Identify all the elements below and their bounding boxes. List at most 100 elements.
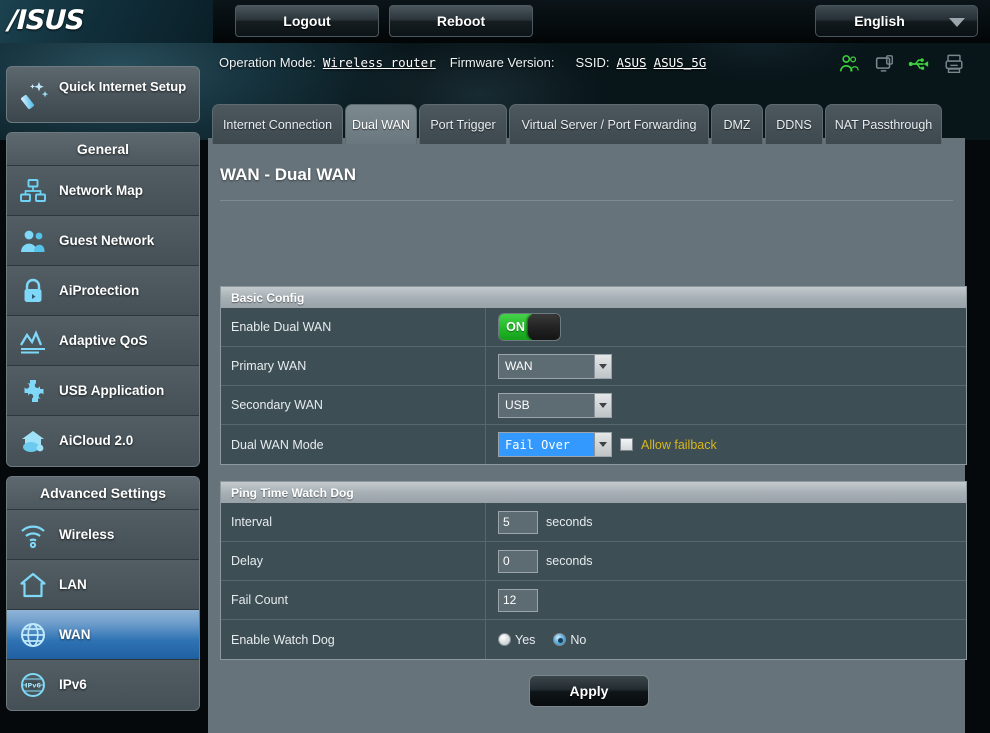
sidebar: Quick Internet Setup General Network Map [6, 66, 200, 711]
enable-dual-wan-toggle[interactable]: ON [498, 313, 561, 341]
value-fail-count [486, 581, 966, 619]
title-divider [220, 200, 953, 201]
watchdog-no-option[interactable]: No [553, 633, 586, 647]
section-header-basic-config: Basic Config [221, 286, 966, 308]
primary-wan-dropdown-button[interactable] [594, 354, 611, 378]
ping-watchdog-table: Ping Time Watch Dog Interval seconds Del… [220, 481, 967, 660]
tab-dmz[interactable]: DMZ [711, 104, 763, 144]
sidebar-label-adaptive-qos: Adaptive QoS [59, 333, 148, 348]
interval-input[interactable] [498, 510, 538, 534]
status-icon-group [838, 52, 965, 76]
apply-button[interactable]: Apply [529, 675, 649, 707]
sidebar-label-aiprotection: AiProtection [59, 283, 140, 298]
dual-wan-mode-dropdown-button[interactable] [594, 433, 611, 456]
value-enable-watchdog: Yes No [486, 620, 966, 659]
tab-dual-wan[interactable]: Dual WAN [345, 104, 417, 144]
watchdog-no-radio[interactable] [553, 633, 567, 646]
chevron-down-icon [949, 18, 965, 27]
network-map-icon [20, 179, 46, 202]
sidebar-label-wan: WAN [59, 627, 91, 642]
row-delay: Delay seconds [221, 542, 966, 581]
language-selector[interactable]: English [815, 5, 978, 37]
secondary-wan-dropdown-button[interactable] [594, 393, 611, 417]
value-secondary-wan: USB [486, 386, 966, 424]
router-admin-screen: /ISUS Logout Reboot English Operation Mo… [0, 0, 990, 733]
usb-icon[interactable] [908, 53, 930, 75]
label-enable-dual-wan: Enable Dual WAN [221, 308, 486, 346]
sidebar-label-aicloud: AiCloud 2.0 [59, 433, 134, 448]
lock-icon [24, 278, 42, 302]
section-header-ping-watchdog: Ping Time Watch Dog [221, 481, 966, 503]
value-dual-wan-mode: Fail Over Allow failback [486, 425, 966, 464]
tab-nat-passthrough[interactable]: NAT Passthrough [825, 104, 942, 144]
page-title: WAN - Dual WAN [220, 165, 356, 184]
language-label: English [854, 13, 905, 29]
tab-port-trigger[interactable]: Port Trigger [419, 104, 507, 144]
sidebar-item-lan[interactable]: LAN [7, 560, 199, 610]
chevron-down-icon [599, 402, 607, 408]
row-enable-watchdog: Enable Watch Dog Yes No [221, 620, 966, 659]
sidebar-item-usb-application[interactable]: USB Application [7, 366, 199, 416]
quick-internet-setup-button[interactable]: Quick Internet Setup [6, 66, 200, 123]
label-dual-wan-mode: Dual WAN Mode [221, 425, 486, 464]
ssid-label: SSID: [575, 55, 610, 70]
quick-internet-setup-label: Quick Internet Setup [59, 79, 187, 94]
home-icon [20, 572, 46, 598]
sidebar-item-ipv6[interactable]: IPv6 IPv6 [7, 660, 199, 710]
label-fail-count: Fail Count [221, 581, 486, 619]
sidebar-group-title-general: General [7, 133, 199, 166]
sidebar-item-aiprotection[interactable]: AiProtection [7, 266, 199, 316]
watchdog-yes-radio[interactable] [498, 633, 511, 646]
watchdog-no-label[interactable]: No [570, 633, 586, 647]
watchdog-yes-option[interactable]: Yes [498, 633, 535, 647]
sidebar-group-advanced: Advanced Settings Wireless LAN WAN IPv6 … [6, 476, 200, 711]
watchdog-yes-label[interactable]: Yes [515, 633, 535, 647]
status-info-bar: Operation Mode: Wireless router Firmware V… [219, 52, 706, 74]
row-interval: Interval seconds [221, 503, 966, 542]
tab-ddns[interactable]: DDNS [765, 104, 823, 144]
sidebar-label-network-map: Network Map [59, 183, 144, 198]
printer-icon[interactable] [943, 53, 965, 75]
sidebar-item-wireless[interactable]: Wireless [7, 510, 199, 560]
sidebar-item-aicloud[interactable]: AiCloud 2.0 [7, 416, 199, 466]
tab-virtual-server-port-forwarding[interactable]: Virtual Server / Port Forwarding [509, 104, 709, 144]
delay-input[interactable] [498, 549, 538, 573]
asus-logo[interactable]: /ISUS [7, 5, 95, 36]
sidebar-item-wan[interactable]: WAN [7, 610, 199, 660]
delay-unit: seconds [546, 554, 593, 568]
fail-count-input[interactable] [498, 588, 538, 612]
guest-network-icon [21, 230, 45, 252]
allow-failback-label[interactable]: Allow failback [641, 438, 717, 452]
allow-failback-checkbox[interactable] [620, 438, 633, 451]
monitor-icon[interactable] [873, 53, 895, 75]
sidebar-label-usb-application: USB Application [59, 383, 165, 398]
dual-wan-mode-selected-value: Fail Over [499, 433, 594, 456]
magic-wand-icon [20, 82, 49, 110]
ssid-value-24g[interactable]: ASUS [616, 55, 646, 70]
reboot-button[interactable]: Reboot [389, 5, 533, 37]
dual-wan-mode-select[interactable]: Fail Over [498, 432, 612, 457]
sidebar-item-adaptive-qos[interactable]: Adaptive QoS [7, 316, 199, 366]
tab-internet-connection[interactable]: Internet Connection [212, 104, 343, 144]
clients-icon[interactable] [838, 53, 860, 75]
chevron-down-icon [599, 363, 607, 369]
value-primary-wan: WAN [486, 347, 966, 385]
sidebar-label-wireless: Wireless [59, 527, 115, 542]
secondary-wan-selected-value: USB [505, 398, 530, 412]
primary-wan-select[interactable]: WAN [498, 353, 612, 379]
firmware-version-label: Firmware Version: [449, 55, 555, 70]
label-secondary-wan: Secondary WAN [221, 386, 486, 424]
sidebar-item-guest-network[interactable]: Guest Network [7, 216, 199, 266]
primary-wan-selected-value: WAN [505, 359, 533, 373]
basic-config-table: Basic Config Enable Dual WAN ON Primary … [220, 286, 967, 465]
cloud-icon [22, 431, 44, 452]
logout-button[interactable]: Logout [235, 5, 379, 37]
value-delay: seconds [486, 542, 966, 580]
secondary-wan-select[interactable]: USB [498, 392, 612, 418]
row-enable-dual-wan: Enable Dual WAN ON [221, 308, 966, 347]
operation-mode-value[interactable]: Wireless router [323, 55, 436, 70]
chart-icon [20, 330, 45, 354]
wifi-icon [21, 525, 45, 549]
sidebar-item-network-map[interactable]: Network Map [7, 166, 199, 216]
ssid-value-5g[interactable]: ASUS_5G [654, 55, 707, 70]
